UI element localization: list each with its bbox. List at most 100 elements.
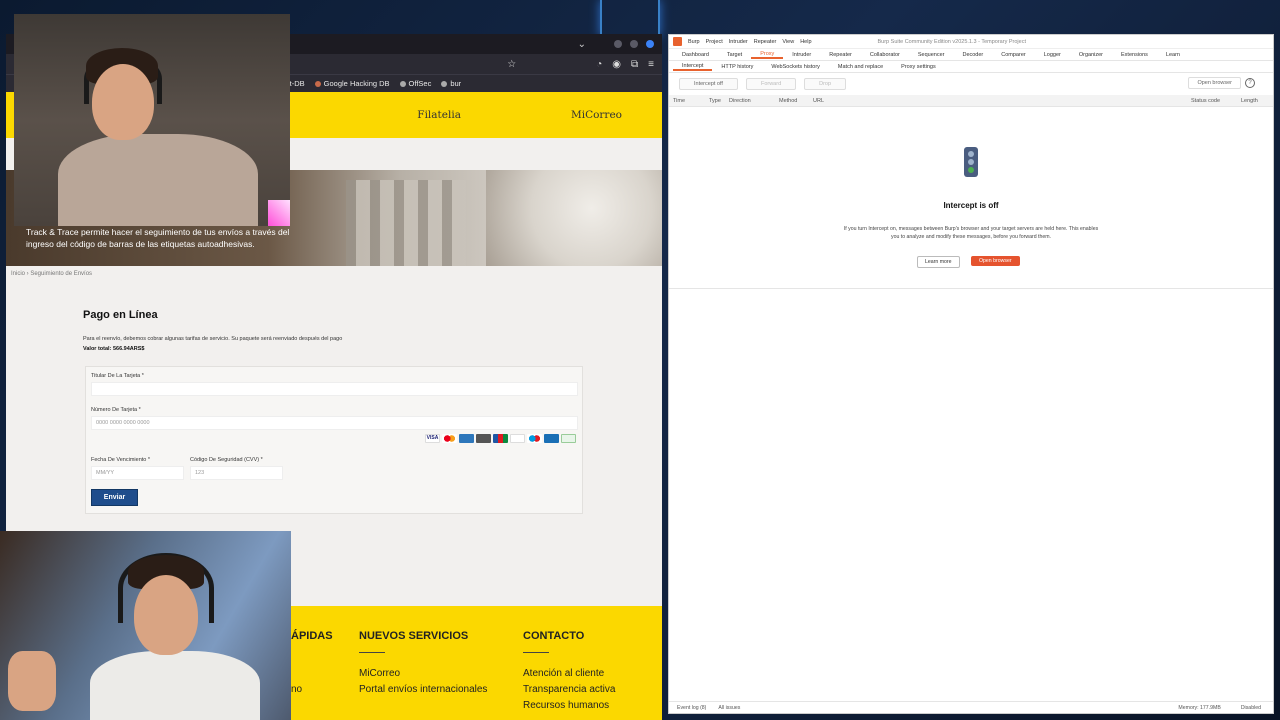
menu-item[interactable]: View — [782, 39, 794, 45]
menu-item[interactable]: Repeater — [754, 39, 777, 45]
subtab-http-history[interactable]: HTTP history — [712, 64, 762, 70]
footer-link[interactable]: MiCorreo — [359, 668, 400, 679]
menu-item[interactable]: Project — [706, 39, 723, 45]
webcam-overlay-top — [14, 14, 290, 226]
cvv-label: Código De Seguridad (CVV) * — [190, 457, 263, 463]
desktop-glow-decoration — [600, 0, 660, 36]
learn-more-button[interactable]: Learn more — [917, 256, 960, 268]
subtab-intercept[interactable]: Intercept — [673, 63, 713, 71]
col-direction[interactable]: Direction — [729, 98, 751, 104]
pocket-icon[interactable]: ◔ — [596, 59, 602, 70]
footer-link[interactable]: Portal envíos internacionales — [359, 684, 487, 695]
bookmark-star-icon[interactable]: ☆ — [507, 59, 516, 70]
close-button[interactable] — [646, 40, 654, 48]
tab-comparer[interactable]: Comparer — [992, 52, 1034, 58]
person-torso — [90, 651, 260, 720]
account-icon[interactable]: ◉ — [612, 59, 621, 70]
all-issues-link[interactable]: All issues — [718, 705, 740, 711]
tab-decoder[interactable]: Decoder — [953, 52, 992, 58]
col-method[interactable]: Method — [779, 98, 797, 104]
expiry-input[interactable]: MM/YY — [91, 466, 184, 480]
footer-divider — [359, 652, 385, 653]
burp-statusbar: Event log (8) All issues Memory: 177.9MB… — [669, 701, 1273, 713]
col-length[interactable]: Length — [1241, 98, 1258, 104]
hero-hands-image — [486, 170, 662, 266]
extensions-icon[interactable]: ⧉ — [631, 59, 638, 70]
empty-state-text: If you turn Intercept on, messages betwe… — [843, 226, 1099, 240]
footer-col2-title: NUEVOS SERVICIOS — [359, 630, 469, 642]
card-brands: VISA — [425, 434, 576, 443]
intercept-toolbar: Intercept off Forward Drop Open browser … — [669, 73, 1273, 95]
jcb-icon — [493, 434, 508, 443]
footer-divider — [523, 652, 549, 653]
nav-micorreo[interactable]: MiCorreo — [571, 109, 622, 121]
submit-button[interactable]: Enviar — [91, 489, 138, 506]
bookmark-item[interactable]: OffSec — [399, 79, 431, 88]
forward-button[interactable]: Forward — [745, 78, 797, 90]
bookmark-item[interactable]: Google Hacking DB — [314, 79, 390, 88]
footer-link[interactable]: Transparencia activa — [523, 684, 615, 695]
drop-button[interactable]: Drop — [804, 78, 847, 90]
amex-icon — [459, 434, 474, 443]
card-number-input[interactable]: 0000 0000 0000 0000 — [91, 416, 578, 430]
tab-sequencer[interactable]: Sequencer — [909, 52, 954, 58]
event-log-link[interactable]: Event log (8) — [677, 705, 706, 711]
subtab-proxy-settings[interactable]: Proxy settings — [892, 64, 945, 70]
tab-intruder[interactable]: Intruder — [783, 52, 820, 58]
tab-collaborator[interactable]: Collaborator — [861, 52, 909, 58]
menu-item[interactable]: Intruder — [729, 39, 748, 45]
col-time[interactable]: Time — [673, 98, 685, 104]
col-status-code[interactable]: Status code — [1191, 98, 1220, 104]
cvv-input[interactable]: 123 — [190, 466, 283, 480]
menu-icon[interactable]: ≡ — [648, 59, 654, 70]
person-face — [92, 64, 154, 140]
nav-filatelia[interactable]: Filatelia — [417, 109, 461, 121]
holder-input[interactable] — [91, 382, 578, 396]
unionpay-icon — [544, 434, 559, 443]
tab-list-chevron-icon[interactable]: ⌄ — [578, 39, 586, 50]
bookmark-item[interactable]: bur — [441, 79, 461, 88]
col-type[interactable]: Type — [709, 98, 721, 104]
discover-icon — [476, 434, 491, 443]
breadcrumb[interactable]: Inicio › Seguimiento de Envíos — [11, 271, 92, 277]
subtab-match-replace[interactable]: Match and replace — [829, 64, 892, 70]
intercept-toggle-button[interactable]: Intercept off — [679, 78, 738, 90]
bookmark-item[interactable]: it-DB — [288, 79, 305, 88]
visa-icon: VISA — [425, 434, 440, 443]
tab-proxy[interactable]: Proxy — [751, 51, 784, 59]
footer-link[interactable]: Recursos humanos — [523, 700, 609, 711]
subtab-websockets-history[interactable]: WebSockets history — [762, 64, 829, 70]
burp-titlebar: Burp Project Intruder Repeater View Help… — [669, 35, 1273, 49]
help-icon[interactable]: ? — [1245, 78, 1255, 88]
open-browser-toolbar-button[interactable]: Open browser — [1188, 77, 1241, 89]
footer-col3-title: CONTACTO — [523, 630, 585, 642]
menu-item[interactable]: Burp — [688, 39, 700, 45]
tab-organizer[interactable]: Organizer — [1070, 52, 1112, 58]
footer-link[interactable]: Atención al cliente — [523, 668, 604, 679]
burp-logo-icon — [673, 37, 682, 46]
memory-indicator: Memory: 177.9MB — [1178, 704, 1221, 711]
open-browser-button[interactable]: Open browser — [971, 256, 1020, 266]
tab-extensions[interactable]: Extensions — [1112, 52, 1157, 58]
col-url[interactable]: URL — [813, 98, 824, 104]
traffic-light-icon — [964, 147, 978, 177]
tab-target[interactable]: Target — [718, 52, 751, 58]
tab-learn[interactable]: Learn — [1157, 52, 1189, 58]
ghdb-icon — [314, 80, 321, 87]
tab-repeater[interactable]: Repeater — [820, 52, 861, 58]
site-footer: ÁPIDAS no NUEVOS SERVICIOS MiCorreo Port… — [291, 606, 662, 720]
light-decoration — [268, 200, 290, 226]
empty-state-title: Intercept is off — [943, 201, 999, 210]
intercept-table-header: Time Type Direction Method URL Status co… — [669, 95, 1273, 107]
minimize-button[interactable] — [614, 40, 622, 48]
tab-logger[interactable]: Logger — [1035, 52, 1070, 58]
page-title: Pago en Línea — [83, 309, 158, 321]
payment-total: Valor total: 566.94ARS$ — [83, 346, 145, 352]
tab-dashboard[interactable]: Dashboard — [673, 52, 718, 58]
footer-link[interactable]: no — [291, 684, 302, 695]
maximize-button[interactable] — [630, 40, 638, 48]
burp-main-tabs: Dashboard Target Proxy Intruder Repeater… — [669, 49, 1273, 61]
person-hand — [8, 651, 56, 711]
disabled-indicator[interactable]: Disabled — [1241, 705, 1261, 711]
menu-item[interactable]: Help — [800, 39, 811, 45]
